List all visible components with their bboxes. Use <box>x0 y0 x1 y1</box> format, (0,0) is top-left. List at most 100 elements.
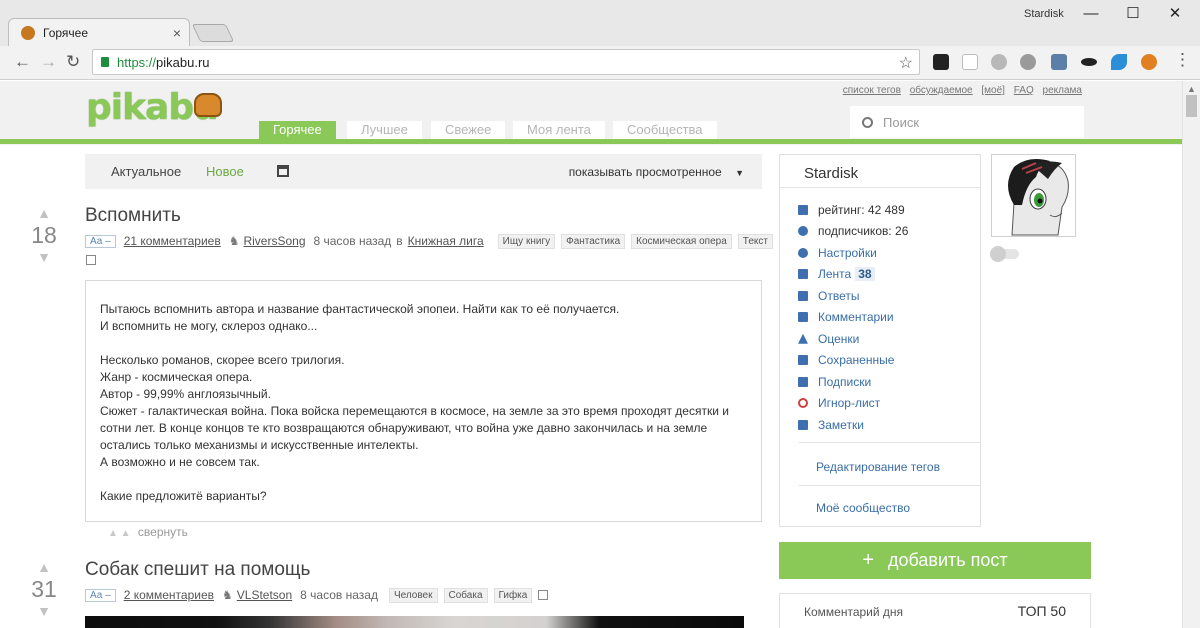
theme-toggle[interactable] <box>990 246 1019 262</box>
sidebar-item-feed[interactable]: Лента 38 <box>798 264 978 286</box>
extension-vk-icon[interactable] <box>1051 54 1067 70</box>
comment-of-day-label[interactable]: Комментарий дня <box>804 605 903 619</box>
sidebar-item-saved[interactable]: Сохраненные <box>798 350 978 372</box>
sidebar-item-label: Оценки <box>818 331 860 346</box>
save-post-icon[interactable] <box>86 255 96 265</box>
divider <box>798 485 980 486</box>
toplink-mine[interactable]: [моё] <box>981 85 1005 96</box>
extension-butterfly-icon[interactable] <box>1111 54 1127 70</box>
post-tag[interactable]: Гифка <box>493 587 533 603</box>
author-link[interactable]: VLStetson <box>237 588 292 602</box>
nav-tab-fresh[interactable]: Свежее <box>431 121 506 139</box>
upvote-icon[interactable]: ▲ <box>30 559 58 575</box>
sidebar-item-comments[interactable]: Комментарии <box>798 307 978 329</box>
browser-tab[interactable]: Горячее × <box>8 18 190 46</box>
filter-actual[interactable]: Актуальное <box>111 164 181 179</box>
edit-tags-link[interactable]: Редактирование тегов <box>816 460 940 474</box>
address-bar[interactable]: https:// pikabu.ru ☆ <box>92 49 920 75</box>
collapse-button[interactable]: ▲ ▲ свернуть <box>108 525 188 539</box>
story-line: Жанр - космическая опера. <box>100 370 253 384</box>
sidebar-item-settings[interactable]: Настройки <box>798 242 978 264</box>
post-rating: 18 <box>31 222 57 248</box>
save-post-icon[interactable] <box>538 590 549 600</box>
new-tab-button[interactable] <box>191 24 235 42</box>
forward-button[interactable]: → <box>40 53 57 71</box>
minimize-button[interactable]: — <box>1076 4 1106 24</box>
font-toggle-button[interactable]: Аа – <box>85 588 116 602</box>
sidebar-item-votes[interactable]: Оценки <box>798 328 978 350</box>
post-time: 8 часов назад <box>300 588 378 602</box>
tab-close-icon[interactable]: × <box>173 25 181 41</box>
downvote-icon[interactable]: ▼ <box>30 249 58 265</box>
upvote-icon[interactable]: ▲ <box>30 205 58 221</box>
post-tag[interactable]: Текст <box>737 233 773 249</box>
sidebar-item-rating: рейтинг: 42 489 <box>798 199 978 221</box>
post-title[interactable]: Вспомнить <box>85 205 181 227</box>
post-tag[interactable]: Космическая опера <box>631 233 732 249</box>
story-line: Сюжет - галактическая война. Пока войска… <box>100 404 729 452</box>
page-scrollbar[interactable]: ▲ <box>1182 81 1200 628</box>
reload-button[interactable]: ↻ <box>66 53 80 71</box>
search-placeholder: Поиск <box>883 114 920 130</box>
post-title[interactable]: Собак спешит на помощь <box>85 559 310 581</box>
post-tag[interactable]: Фантастика <box>561 233 626 249</box>
author-link[interactable]: RiversSong <box>243 234 305 248</box>
extension-tabs-icon[interactable] <box>933 54 949 70</box>
toplink-tags[interactable]: список тегов <box>843 85 901 96</box>
comment-of-day-box: Комментарий дня ТОП 50 <box>779 593 1091 628</box>
in-word: в <box>396 234 403 248</box>
toplink-faq[interactable]: FAQ <box>1014 85 1034 96</box>
post-tag[interactable]: Ищу книгу <box>497 233 556 249</box>
logo-cup-icon <box>194 93 222 117</box>
avatar[interactable] <box>991 154 1076 237</box>
sidebar-item-notes[interactable]: Заметки <box>798 414 978 436</box>
calendar-icon[interactable] <box>277 165 289 177</box>
back-button[interactable]: ← <box>14 53 31 71</box>
filter-new[interactable]: Новое <box>206 164 244 179</box>
scroll-thumb[interactable] <box>1186 95 1197 117</box>
extension-blank-icon[interactable] <box>962 54 978 70</box>
extension-pikabu-icon[interactable] <box>1141 54 1157 70</box>
bookmark-star-icon[interactable]: ☆ <box>899 53 913 73</box>
search-input[interactable]: Поиск <box>850 106 1084 138</box>
nav-tab-best[interactable]: Лучшее <box>347 121 422 139</box>
maximize-button[interactable]: ☐ <box>1118 4 1148 24</box>
sidebar-item-label: рейтинг: 42 489 <box>818 202 905 217</box>
community-link[interactable]: Книжная лига <box>408 234 484 248</box>
sidebar-username[interactable]: Stardisk <box>804 165 858 182</box>
toplink-ads[interactable]: реклама <box>1043 85 1082 96</box>
comments-link[interactable]: 21 комментариев <box>124 234 221 248</box>
post-tag[interactable]: Человек <box>388 587 438 603</box>
story-gap <box>100 471 747 488</box>
add-post-button[interactable]: + добавить пост <box>779 542 1091 579</box>
nav-tab-hot[interactable]: Горячее <box>259 121 336 139</box>
font-toggle-button[interactable]: Аа – <box>85 234 116 248</box>
toplink-discussed[interactable]: обсуждаемое <box>910 85 973 96</box>
post-tag[interactable]: Собака <box>443 587 488 603</box>
sidebar-item-label: Комментарии <box>818 310 894 325</box>
sidebar-item-replies[interactable]: Ответы <box>798 285 978 307</box>
divider <box>780 187 980 188</box>
my-community-link[interactable]: Моё сообщество <box>816 501 910 515</box>
extension-globe-icon[interactable] <box>1020 54 1036 70</box>
add-post-label: добавить пост <box>888 550 1008 570</box>
comments-link[interactable]: 2 комментариев <box>124 588 214 602</box>
toggle-knob <box>990 246 1006 262</box>
extension-shield-icon[interactable] <box>991 54 1007 70</box>
scroll-up-icon[interactable]: ▲ <box>1187 84 1196 94</box>
top50-link[interactable]: ТОП 50 <box>1018 603 1066 619</box>
show-viewed-select[interactable]: показывать просмотренное ▼ <box>569 165 744 179</box>
sidebar-item-ignore[interactable]: Игнор-лист <box>798 393 978 415</box>
show-viewed-label: показывать просмотренное <box>568 165 722 179</box>
nav-tab-communities[interactable]: Сообщества <box>613 121 717 139</box>
chart-icon <box>798 204 808 215</box>
browser-menu-icon[interactable]: ⋮ <box>1174 51 1191 69</box>
sidebar-item-label: Сохраненные <box>818 353 895 368</box>
nav-tab-my-feed[interactable]: Моя лента <box>513 121 605 139</box>
close-window-button[interactable]: ✕ <box>1160 4 1190 24</box>
sidebar-item-subscriptions[interactable]: Подписки <box>798 371 978 393</box>
sidebar-item-label: Игнор-лист <box>818 396 881 411</box>
post-media[interactable] <box>85 616 744 628</box>
downvote-icon[interactable]: ▼ <box>30 603 58 619</box>
extension-eye-icon[interactable] <box>1081 58 1097 66</box>
